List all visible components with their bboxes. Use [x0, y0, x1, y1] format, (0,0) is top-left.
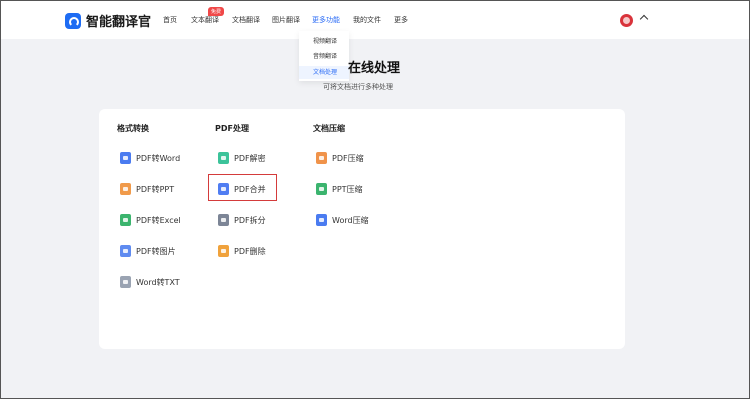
column-title-pdf-processing: PDF处理: [215, 124, 249, 133]
tool-pdf-to-word[interactable]: PDF转Word: [120, 152, 180, 164]
tool-label: PDF删除: [234, 246, 266, 256]
app-logo[interactable]: 智能翻译官: [65, 11, 151, 30]
tool-pdf-decrypt[interactable]: PDF解密: [218, 152, 266, 164]
logo-icon: [65, 12, 81, 29]
nav-image-translate[interactable]: 图片翻译: [272, 15, 300, 25]
tools-card: [99, 109, 625, 349]
chevron-up-icon[interactable]: [639, 14, 649, 24]
txt-file-icon: [120, 276, 131, 288]
tool-label: PDF转Word: [136, 153, 181, 163]
tool-pdf-to-ppt[interactable]: PDF转PPT: [120, 183, 174, 195]
tool-label: PPT压缩: [332, 184, 363, 194]
page-subtitle: 可将文档进行多种处理: [323, 83, 393, 91]
free-badge: 免费: [208, 7, 225, 16]
nav-text-translate[interactable]: 文本翻译 免费: [191, 7, 225, 25]
nav-home[interactable]: 首页: [163, 15, 177, 25]
highlight-box: [208, 174, 277, 201]
tool-word-to-txt[interactable]: Word转TXT: [120, 276, 180, 288]
app-title: 智能翻译官: [86, 15, 152, 30]
tool-word-compress[interactable]: Word压缩: [316, 214, 369, 226]
tool-label: PDF压缩: [332, 153, 364, 163]
dropdown-item-doc-processing[interactable]: 文档处理: [299, 66, 349, 79]
tool-pdf-compress[interactable]: PDF压缩: [316, 152, 364, 164]
tool-pdf-split[interactable]: PDF拆分: [218, 214, 266, 226]
excel-file-icon: [120, 214, 131, 226]
column-title-doc-compression: 文档压缩: [313, 124, 345, 133]
tool-pdf-to-image[interactable]: PDF转图片: [120, 245, 176, 257]
tool-label: PDF转图片: [136, 246, 176, 256]
word-compress-icon: [316, 214, 327, 226]
tool-label: Word压缩: [332, 215, 369, 225]
unlock-file-icon: [218, 152, 229, 164]
tool-pdf-delete[interactable]: PDF删除: [218, 245, 266, 257]
more-functions-dropdown: 视频翻译 音频翻译 文档处理: [299, 31, 349, 81]
dropdown-item-video-translate[interactable]: 视频翻译: [299, 35, 349, 48]
nav-more[interactable]: 更多: [394, 15, 408, 25]
dropdown-item-audio-translate[interactable]: 音频翻译: [299, 50, 349, 63]
tool-label: PDF转PPT: [136, 184, 175, 194]
tool-pdf-to-excel[interactable]: PDF转Excel: [120, 214, 181, 226]
nav-my-files[interactable]: 我的文件: [353, 15, 381, 25]
delete-file-icon: [218, 245, 229, 257]
tool-label: PDF转Excel: [136, 215, 181, 225]
tool-label: Word转TXT: [136, 277, 180, 287]
image-file-icon: [120, 245, 131, 257]
tool-ppt-compress[interactable]: PPT压缩: [316, 183, 363, 195]
nav-more-functions[interactable]: 更多功能: [312, 15, 340, 25]
column-title-format-conversion: 格式转换: [117, 124, 149, 133]
word-file-icon: [120, 152, 131, 164]
split-file-icon: [218, 214, 229, 226]
page-title: 在线处理: [348, 61, 401, 76]
tool-label: PDF拆分: [234, 215, 266, 225]
pdf-compress-icon: [316, 152, 327, 164]
ppt-compress-icon: [316, 183, 327, 195]
ppt-file-icon: [120, 183, 131, 195]
avatar[interactable]: [620, 14, 633, 27]
nav-doc-translate[interactable]: 文档翻译: [232, 15, 260, 25]
tool-label: PDF解密: [234, 153, 266, 163]
top-navbar: 智能翻译官 首页 文本翻译 免费 文档翻译 图片翻译 更多功能 我的文件 更多: [1, 1, 749, 39]
nav-text-translate-label: 文本翻译: [191, 16, 219, 24]
